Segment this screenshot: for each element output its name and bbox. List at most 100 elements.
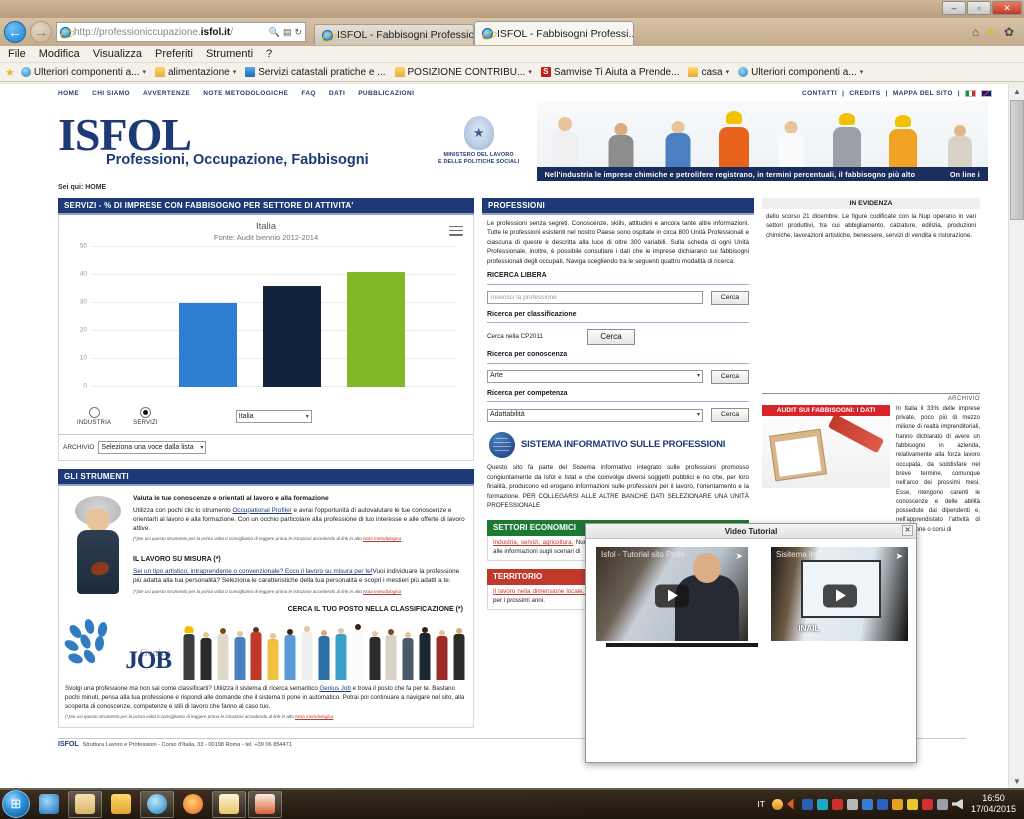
menu-item-modifica[interactable]: Modifica	[39, 48, 80, 60]
region-select[interactable]: Italia ▾	[235, 410, 312, 423]
menu-item-preferiti[interactable]: Preferiti	[155, 48, 193, 60]
back-button[interactable]: ←	[4, 21, 26, 43]
radio-industria-dot[interactable]	[88, 407, 100, 418]
home-icon[interactable]: ⌂	[972, 25, 979, 39]
minimize-button[interactable]: –	[942, 1, 966, 15]
video-thumbnail-2[interactable]: Sisitema informativo sui ➤ INAIL	[771, 547, 908, 641]
address-bar[interactable]: http://professioniccupazione.isfol.it/ 🔍…	[56, 22, 306, 42]
taskbar-media-player-icon[interactable]	[32, 791, 66, 818]
nav-mappa-del-sito[interactable]: MAPPA DEL SITO	[893, 90, 953, 97]
taskbar-clock[interactable]: 16:50 17/04/2015	[967, 793, 1020, 816]
taskbar-firefox-icon[interactable]	[176, 791, 210, 818]
tray-icon-5[interactable]	[831, 798, 843, 810]
favorites-star-icon[interactable]: ★	[5, 66, 15, 79]
taskbar-folder-icon[interactable]	[104, 791, 138, 818]
taskbar-explorer-icon[interactable]	[68, 790, 102, 818]
menu-item-visualizza[interactable]: Visualizza	[93, 48, 142, 60]
compatibility-view-icon[interactable]: ▤	[283, 27, 292, 38]
menu-item-help[interactable]: ?	[266, 48, 272, 60]
chart-menu-icon[interactable]	[449, 223, 463, 238]
nota-metodologica-link[interactable]: Nota metodologica	[363, 536, 401, 541]
settori-link[interactable]: Industria, servizi, agricoltura.	[493, 539, 573, 546]
nav-avvertenze[interactable]: AVVERTENZE	[143, 90, 190, 97]
chevron-down-icon[interactable]: ▾	[142, 68, 146, 76]
scroll-up-arrow-icon[interactable]: ▲	[1009, 84, 1024, 100]
refresh-icon[interactable]: ↻	[294, 27, 302, 38]
radio-servizi-dot[interactable]	[139, 407, 151, 418]
nav-contatti[interactable]: CONTATTI	[802, 90, 837, 97]
favorite-item-3[interactable]: POSIZIONE CONTRIBU... ▾	[392, 67, 535, 78]
ricerca-libera-cerca-button[interactable]: Cerca	[711, 290, 749, 305]
uk-flag-icon[interactable]	[981, 90, 992, 97]
tray-icon-6[interactable]	[846, 798, 858, 810]
favorites-icon[interactable]: ★	[986, 25, 997, 39]
tools-gear-icon[interactable]: ✿	[1004, 25, 1014, 39]
nav-dati[interactable]: DATI	[329, 90, 345, 97]
close-button[interactable]: ✕	[992, 1, 1022, 15]
tray-icon-11[interactable]	[921, 798, 933, 810]
nota-metodologica-link[interactable]: Nota metodologica	[295, 714, 333, 719]
nav-note-metodologiche[interactable]: NOTE METODOLOGICHE	[203, 90, 288, 97]
chevron-down-icon[interactable]: ▾	[726, 68, 730, 76]
professione-search-input[interactable]: inserisci la professione	[487, 291, 703, 305]
competenza-cerca-button[interactable]: Cerca	[711, 408, 749, 423]
conoscenza-select[interactable]: Arte ▾	[487, 370, 703, 384]
browser-tab-1[interactable]: ISFOL - Fabbisogni Professionali	[314, 24, 474, 45]
favorite-item-4[interactable]: S Samvise Ti Aiuta a Prende...	[538, 67, 683, 78]
chart-bar-1[interactable]	[263, 286, 321, 387]
chart-bar-0[interactable]	[179, 303, 237, 387]
nav-credits[interactable]: CREDITS	[849, 90, 880, 97]
tray-icon-9[interactable]	[891, 798, 903, 810]
genius-job-logo[interactable]: Genius JOB	[62, 617, 173, 680]
share-icon[interactable]: ➤	[735, 551, 743, 562]
favorite-item-0[interactable]: Ulteriori componenti a... ▾	[18, 67, 149, 78]
radio-servizi[interactable]: SERVIZI	[133, 407, 158, 426]
genius-job-link[interactable]: Genius Job	[319, 685, 350, 692]
conoscenza-cerca-button[interactable]: Cerca	[711, 369, 749, 384]
maximize-button[interactable]: ▫	[967, 1, 991, 15]
page-scrollbar[interactable]: ▲ ▼	[1008, 84, 1024, 790]
scrollbar-thumb[interactable]	[1010, 100, 1024, 220]
classificazione-cerca-button[interactable]: Cerca	[587, 329, 635, 346]
menu-item-file[interactable]: File	[8, 48, 26, 60]
nav-home[interactable]: HOME	[58, 90, 79, 97]
nav-faq[interactable]: FAQ	[301, 90, 316, 97]
video-popup-close-icon[interactable]: ✕	[902, 525, 913, 536]
chevron-down-icon[interactable]: ▾	[233, 68, 237, 76]
tray-icon-8[interactable]	[876, 798, 888, 810]
browser-tab-2[interactable]: ISFOL - Fabbisogni Professi... ✕	[474, 21, 634, 45]
italian-flag-icon[interactable]	[965, 90, 976, 97]
tray-icon-7[interactable]	[861, 798, 873, 810]
tray-icon-10[interactable]	[906, 798, 918, 810]
video-thumbnail-1[interactable]: Isfol - Tutorial sito Profe ➤	[596, 547, 748, 641]
radio-industria[interactable]: INDUSTRIA	[77, 407, 111, 426]
territorio-link[interactable]: Il lavoro nella dimensione locale, del	[493, 588, 595, 595]
audit-promo[interactable]: AUDIT SUI FABBISOGNI: I DATI	[762, 404, 890, 535]
chevron-down-icon[interactable]: ▾	[528, 68, 532, 76]
play-icon[interactable]	[655, 584, 689, 608]
competenza-select[interactable]: Adattabilità ▾	[487, 408, 703, 422]
taskbar-powerpoint-icon[interactable]	[248, 790, 282, 818]
chevron-down-icon[interactable]: ▾	[860, 68, 864, 76]
site-logo[interactable]: ISFOL Professioni, Occupazione, Fabbisog…	[58, 101, 369, 181]
windows-start-icon[interactable]: ⊞	[2, 790, 30, 818]
tray-icon-4[interactable]	[816, 798, 828, 810]
favorite-item-2[interactable]: Servizi catastali pratiche e ...	[242, 67, 388, 78]
archivio-select[interactable]: Seleziona una voce dalla lista ▾	[98, 441, 207, 454]
nota-metodologica-link[interactable]: Nota metodologica	[363, 589, 401, 594]
favorite-item-6[interactable]: Ulteriori componenti a... ▾	[735, 67, 866, 78]
speaker-icon[interactable]	[951, 798, 963, 810]
chart-bar-2[interactable]	[347, 272, 405, 387]
search-icon[interactable]: 🔍	[269, 27, 280, 38]
menu-item-strumenti[interactable]: Strumenti	[206, 48, 253, 60]
taskbar-outlook-icon[interactable]	[212, 790, 246, 818]
tray-icon-1[interactable]	[771, 798, 783, 810]
forward-button[interactable]: →	[30, 21, 52, 43]
occupational-profiler-link[interactable]: Occupational Profiler	[232, 507, 291, 514]
share-icon[interactable]: ➤	[895, 551, 903, 562]
nav-chi-siamo[interactable]: CHI SIAMO	[92, 90, 130, 97]
volume-icon[interactable]	[786, 798, 794, 810]
favorite-item-1[interactable]: alimentazione ▾	[152, 67, 239, 78]
nav-pubblicazioni[interactable]: PUBBLICAZIONI	[358, 90, 414, 97]
play-icon[interactable]	[822, 584, 857, 608]
